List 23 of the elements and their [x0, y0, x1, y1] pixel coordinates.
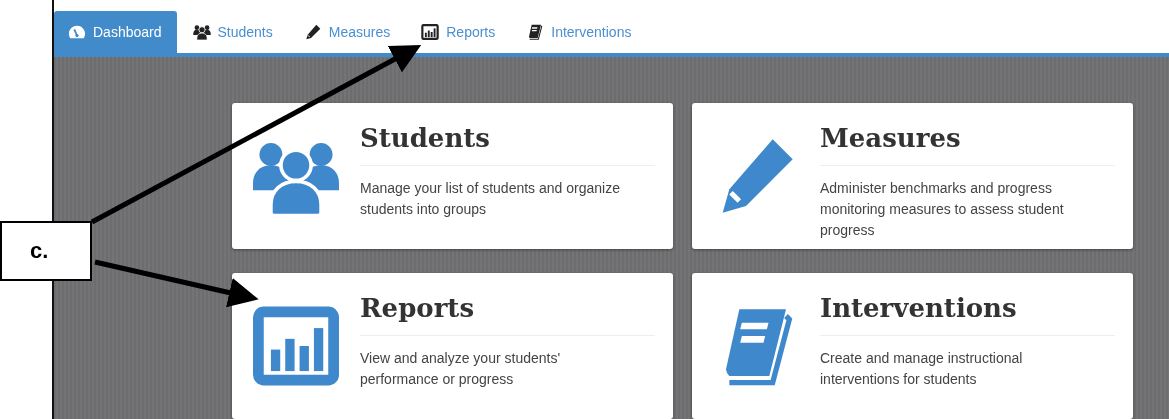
callout-label: c.	[0, 221, 92, 281]
nav-tab[interactable]: Dashboard	[54, 11, 177, 53]
dashboard-card[interactable]: Reports View and analyze your students' performance or progress	[232, 273, 673, 419]
nav-tab[interactable]: Students	[178, 11, 288, 53]
card-title: Interventions	[820, 293, 1115, 336]
nav-tab[interactable]: Interventions	[512, 11, 647, 53]
card-description: Manage your list of students and organize students into groups	[360, 179, 621, 219]
nav-tab[interactable]: Reports	[407, 11, 511, 53]
people-icon	[192, 24, 211, 40]
nav-tab[interactable]: Measures	[289, 11, 406, 53]
book-icon	[526, 24, 545, 40]
bar-chart-icon	[421, 24, 440, 40]
bar-chart-icon	[253, 306, 339, 386]
dashboard-card[interactable]: Interventions Create and manage instructional interventions for students	[692, 273, 1133, 419]
card-description: View and analyze your students' performance or progress	[360, 349, 562, 389]
card-title: Reports	[360, 293, 655, 336]
card-title: Students	[360, 123, 655, 166]
card-description: Create and manage instructional interventions for students	[820, 349, 1024, 389]
card-title: Measures	[820, 123, 1115, 166]
card-description: Administer benchmarks and progress monitoring measures to assess student progress	[820, 179, 1065, 240]
dashboard-card[interactable]: Measures Administer benchmarks and progress monitoring measures to assess student progress	[692, 103, 1133, 249]
gauge-icon	[68, 24, 86, 40]
dashboard-card[interactable]: Students Manage your list of students and organize students into groups	[232, 103, 673, 249]
